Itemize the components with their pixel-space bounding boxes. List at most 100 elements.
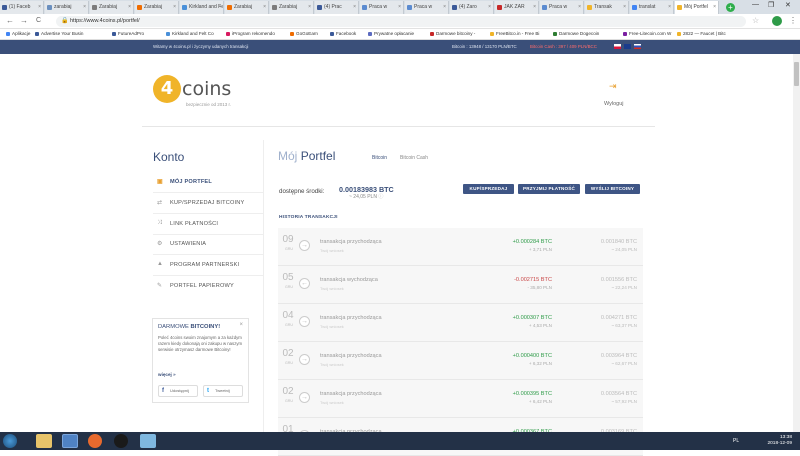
start-button[interactable] (3, 434, 17, 448)
tab-close-icon[interactable]: × (488, 1, 491, 14)
menu-icon[interactable]: ⋮ (789, 16, 797, 25)
tab-close-icon[interactable]: × (533, 1, 536, 14)
flag-en-icon[interactable] (624, 44, 631, 49)
profile-avatar[interactable] (772, 16, 782, 26)
browser-tab[interactable]: Praca w × (360, 1, 404, 14)
info-icon[interactable]: ⓘ (378, 194, 383, 200)
tab-close-icon[interactable]: × (623, 1, 626, 14)
star-icon[interactable]: ☆ (752, 16, 759, 25)
browser-tab[interactable]: JAK ZAR × (495, 1, 539, 14)
browser-tab[interactable]: (4) Prac × (315, 1, 359, 14)
tab-close-icon[interactable]: × (308, 1, 311, 14)
bookmark-item[interactable]: 2822 — Faucet | Bitc (677, 31, 726, 36)
app-icon[interactable] (114, 434, 128, 448)
sidebar-item[interactable]: ⇄ KUP/SPRZEDAJ BITCOINY (157, 200, 244, 206)
browser-tab[interactable]: (1) Faceb × (0, 1, 44, 14)
browser-tab[interactable]: Kirkland and Felt × (180, 1, 224, 14)
transaction-title[interactable]: transakcja przychodząca (320, 239, 382, 245)
tab-close-icon[interactable]: × (443, 1, 446, 14)
new-tab-button[interactable]: + (726, 3, 735, 12)
tab-close-icon[interactable]: × (398, 1, 401, 14)
bookmark-item[interactable]: Free-Litecoin.com W (623, 31, 671, 36)
transaction-title[interactable]: transakcja wychodząca (320, 277, 378, 283)
browser-tab[interactable]: Zarabiaj × (135, 1, 179, 14)
window-icon[interactable] (140, 434, 156, 448)
browser-tab[interactable]: (4) Zaro × (450, 1, 494, 14)
back-icon[interactable]: ← (6, 16, 14, 25)
page-scrollbar[interactable] (793, 54, 800, 432)
promo-more-link[interactable]: więcej » (158, 372, 176, 377)
explorer-icon[interactable] (36, 434, 52, 448)
flag-pl-icon[interactable] (614, 44, 621, 49)
browser-tab[interactable]: Praca w × (540, 1, 584, 14)
bookmark-item[interactable]: Darmowe bitcoiny - (430, 31, 475, 36)
transaction-row[interactable]: 02 GRU → transakcja przychodząca Twój wniose… (278, 342, 643, 380)
reload-icon[interactable]: C (36, 17, 41, 24)
bookmark-item[interactable]: GoGoEarn (290, 31, 318, 36)
browser-tab[interactable]: zarabiaj × (45, 1, 89, 14)
logo-icon[interactable]: 4 (153, 75, 181, 103)
sidebar-item[interactable]: ⚙ USTAWIENIA (157, 241, 206, 247)
bookmark-item[interactable]: Darmowe Dogecoin (553, 31, 599, 36)
tab-close-icon[interactable]: × (38, 1, 41, 14)
bookmark-item[interactable]: FutureAdPro (112, 31, 144, 36)
logo-text[interactable]: coins (182, 78, 231, 100)
share-facebook-button[interactable]: f Udostępnij (158, 385, 198, 397)
tab-close-icon[interactable]: × (218, 1, 221, 14)
transaction-amount-pln: + 3,71 PLN (528, 247, 552, 252)
receive-payment-button[interactable]: PRZYJMIJ PŁATNOŚĆ (518, 184, 580, 194)
transaction-row[interactable]: 02 GRU → transakcja przychodząca Twój wniose… (278, 380, 643, 418)
logout-link[interactable]: Wyloguj (604, 101, 624, 107)
browser-tab[interactable]: translat × (630, 1, 674, 14)
tab-close-icon[interactable]: × (578, 1, 581, 14)
bookmark-item[interactable]: Kirkland and Felt Co (166, 31, 214, 36)
address-bar[interactable]: 🔒 https://www.4coins.pl/portfel/ (56, 16, 746, 27)
forward-icon[interactable]: → (20, 16, 28, 25)
transaction-row[interactable]: 09 GRU → transakcja przychodząca Twój wniose… (278, 228, 643, 266)
logout-icon[interactable]: ⇥ (609, 82, 618, 91)
tab-close-icon[interactable]: × (713, 1, 716, 14)
transaction-row[interactable]: 05 GRU ← transakcja wychodząca Twój wniosek -… (278, 266, 643, 304)
close-icon[interactable]: ✕ (785, 1, 791, 9)
tab-close-icon[interactable]: × (668, 1, 671, 14)
minimize-icon[interactable]: — (752, 1, 759, 8)
bookmark-item[interactable]: iProgram rekomendo (226, 31, 275, 36)
tab-bitcoin[interactable]: Bitcoin (372, 155, 387, 161)
bookmark-item[interactable]: Advertise Your Busin (35, 31, 83, 36)
transaction-title[interactable]: transakcja przychodząca (320, 315, 382, 321)
promo-close-icon[interactable]: × (239, 322, 243, 328)
maximize-icon[interactable]: ❐ (768, 1, 774, 9)
share-twitter-button[interactable]: t Tweetnij (203, 385, 243, 397)
browser-tab[interactable]: Zarabiaj × (90, 1, 134, 14)
tab-close-icon[interactable]: × (263, 1, 266, 14)
bookmark-item[interactable]: Facebook (330, 31, 356, 36)
system-clock[interactable]: 13:38 2018-12-09 (750, 435, 792, 447)
bookmark-item[interactable]: Aplikacje (6, 31, 30, 36)
tab-close-icon[interactable]: × (128, 1, 131, 14)
firefox-icon[interactable] (88, 434, 102, 448)
transaction-row[interactable]: 04 GRU → transakcja przychodząca Twój wniose… (278, 304, 643, 342)
browser-tab[interactable]: Praca w × (405, 1, 449, 14)
browser-tab[interactable]: Transak × (585, 1, 629, 14)
sidebar-item[interactable]: ⤨ LINK PŁATNOŚCI (157, 220, 218, 227)
send-bitcoins-button[interactable]: WYŚLIJ BITCOINY (585, 184, 640, 194)
tab-bitcoin-cash[interactable]: Bitcoin Cash (400, 155, 428, 161)
tab-close-icon[interactable]: × (353, 1, 356, 14)
sidebar-item[interactable]: ▣ MÓJ PORTFEL (157, 179, 212, 185)
scrollbar-thumb[interactable] (794, 62, 799, 86)
flag-ru-icon[interactable] (634, 44, 641, 49)
buy-sell-button[interactable]: KUP/SPRZEDAJ (463, 184, 514, 194)
transaction-title[interactable]: transakcja przychodząca (320, 353, 382, 359)
browser-tab[interactable]: Zarabiaj × (270, 1, 314, 14)
language-indicator[interactable]: PL (733, 438, 739, 444)
browser-tab[interactable]: Zarabiaj × (225, 1, 269, 14)
tab-close-icon[interactable]: × (173, 1, 176, 14)
bookmark-item[interactable]: Prywatne opłacanie (368, 31, 414, 36)
browser-tab[interactable]: Mój Portfel × (675, 1, 719, 14)
tab-close-icon[interactable]: × (83, 1, 86, 14)
sidebar-item[interactable]: ✎ PORTFEL PAPIEROWY (157, 283, 234, 289)
transaction-title[interactable]: transakcja przychodząca (320, 391, 382, 397)
bookmark-item[interactable]: FreeBitco.in - Free Bi (490, 31, 539, 36)
sidebar-item[interactable]: ▲ PROGRAM PARTNERSKI (157, 261, 239, 268)
chrome-icon[interactable] (62, 434, 78, 448)
